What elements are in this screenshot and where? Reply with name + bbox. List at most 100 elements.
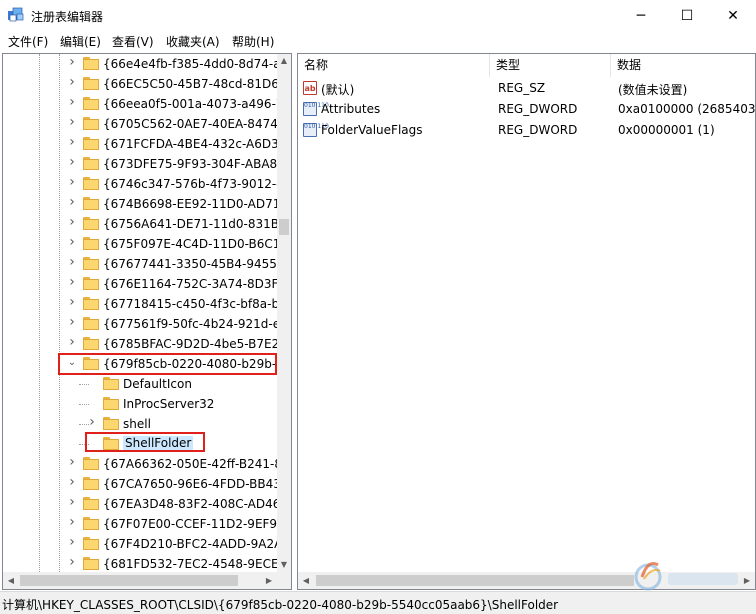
chevron-right-icon[interactable]: ›	[67, 295, 77, 309]
chevron-right-icon[interactable]: ›	[67, 55, 77, 69]
tree-node-label: InProcServer32	[123, 397, 215, 411]
chevron-right-icon[interactable]: ›	[67, 195, 77, 209]
tree-hscroll-thumb[interactable]	[20, 575, 238, 586]
chevron-right-icon[interactable]: ›	[67, 235, 77, 249]
column-header-data[interactable]: 数据	[611, 54, 755, 77]
minimize-button[interactable]: ─	[618, 0, 664, 31]
column-header-name[interactable]: 名称	[298, 54, 490, 77]
tree-node-subkey[interactable]: › shell	[3, 414, 277, 434]
tree-node-clsid-key[interactable]: › {677561f9-50fc-4b24-921d-ea	[3, 314, 277, 334]
scroll-right-icon[interactable]: ▶	[261, 572, 277, 589]
tree-node-label: DefaultIcon	[123, 377, 192, 391]
scrollbar-corner	[277, 572, 291, 589]
value-name: FolderValueFlags	[321, 123, 423, 137]
tree-node-clsid-key[interactable]: › {681FD532-7EC2-4548-9ECE-4	[3, 554, 277, 572]
value-row[interactable]: ab (默认) REG_SZ (数值未设置)	[298, 78, 755, 99]
tree-node-clsid-key[interactable]: › {6756A641-DE71-11d0-831B-	[3, 214, 277, 234]
tree-vscroll-thumb[interactable]	[279, 219, 289, 235]
tree-node-clsid-key[interactable]: › {6746c347-576b-4f73-9012-cc	[3, 174, 277, 194]
folder-icon	[83, 257, 99, 270]
value-type: REG_DWORD	[498, 123, 578, 137]
value-data: 0xa0100000 (268540313	[618, 102, 756, 116]
tree-guide-line	[79, 404, 89, 405]
tree-node-clsid-key[interactable]: › {66e4e4fb-f385-4dd0-8d74-a	[3, 54, 277, 74]
chevron-right-icon[interactable]: ›	[67, 315, 77, 329]
folder-icon	[83, 197, 99, 210]
chevron-right-icon[interactable]: ›	[67, 135, 77, 149]
chevron-right-icon[interactable]: ›	[67, 255, 77, 269]
value-type: REG_SZ	[498, 81, 546, 95]
maximize-button[interactable]: ☐	[664, 0, 710, 31]
chevron-right-icon[interactable]: ›	[67, 215, 77, 229]
chevron-right-icon[interactable]: ›	[67, 175, 77, 189]
tree-node-clsid-key[interactable]: › {67EA3D48-83F2-408C-AD46-	[3, 494, 277, 514]
value-row[interactable]: 010 110 FolderValueFlags REG_DWORD 0x000…	[298, 120, 755, 141]
folder-icon	[83, 557, 99, 570]
tree-vertical-scrollbar[interactable]: ▲ ▼	[277, 54, 291, 572]
close-button[interactable]: ✕	[710, 0, 756, 31]
tree-node-clsid-key[interactable]: › {6785BFAC-9D2D-4be5-B7E2-	[3, 334, 277, 354]
tree-node-clsid-key[interactable]: › {67677441-3350-45B4-9455-4	[3, 254, 277, 274]
tree-node-subkey[interactable]: DefaultIcon	[3, 374, 277, 394]
menu-file[interactable]: 文件(F)	[8, 33, 48, 50]
tree-node-clsid-key[interactable]: › {66EC5C50-45B7-48cd-81D6-	[3, 74, 277, 94]
chevron-right-icon[interactable]: ›	[67, 275, 77, 289]
maximize-icon: ☐	[680, 7, 694, 24]
window-title: 注册表编辑器	[31, 10, 104, 24]
chevron-right-icon[interactable]: ›	[87, 415, 97, 429]
tree-node-clsid-key[interactable]: › {671FCFDA-4BE4-432c-A6D3-	[3, 134, 277, 154]
tree-node-clsid-key[interactable]: › {67F4D210-BFC2-4ADD-9A2A-	[3, 534, 277, 554]
chevron-right-icon[interactable]: ›	[67, 455, 77, 469]
tree-node-label: {66eea0f5-001a-4073-a496-78	[103, 97, 277, 111]
tree-node-clsid-key[interactable]: › {673DFE75-9F93-304F-ABA8-D	[3, 154, 277, 174]
folder-icon	[103, 377, 119, 390]
highlight-box-clsid-key	[58, 353, 277, 375]
column-header-type[interactable]: 类型	[490, 54, 611, 77]
tree-node-clsid-key[interactable]: › {675F097E-4C4D-11D0-B6C1-	[3, 234, 277, 254]
chevron-right-icon[interactable]: ›	[67, 95, 77, 109]
folder-icon	[83, 457, 99, 470]
tree-horizontal-scrollbar[interactable]: ◀ ▶	[3, 572, 277, 589]
menu-view[interactable]: 查看(V)	[112, 33, 154, 50]
menu-help[interactable]: 帮助(H)	[232, 33, 274, 50]
scroll-up-icon[interactable]: ▲	[277, 54, 291, 68]
scroll-left-icon[interactable]: ◀	[298, 572, 314, 589]
tree-node-clsid-key[interactable]: › {66eea0f5-001a-4073-a496-78	[3, 94, 277, 114]
tree-node-clsid-key[interactable]: › {67CA7650-96E6-4FDD-BB43-	[3, 474, 277, 494]
tree-node-clsid-key[interactable]: › {67F07E00-CCEF-11D2-9EF9-0	[3, 514, 277, 534]
tree-node-label: {67CA7650-96E6-4FDD-BB43-	[103, 477, 277, 491]
tree-node-clsid-key[interactable]: › {67718415-c450-4f3c-bf8a-b4	[3, 294, 277, 314]
chevron-right-icon[interactable]: ›	[67, 515, 77, 529]
chevron-right-icon[interactable]: ›	[67, 155, 77, 169]
chevron-right-icon[interactable]: ›	[67, 75, 77, 89]
key-tree-pane[interactable]: › {66e4e4fb-f385-4dd0-8d74-a › {66EC5C50-45…	[2, 53, 292, 590]
folder-icon	[83, 537, 99, 550]
value-list-pane[interactable]: 名称 类型 数据 ab (默认) REG_SZ (数值未设置) 010 110 …	[297, 53, 756, 590]
chevron-right-icon[interactable]: ›	[67, 475, 77, 489]
folder-icon	[83, 217, 99, 230]
value-row[interactable]: 010 110 Attributes REG_DWORD 0xa0100000 …	[298, 99, 755, 120]
tree-node-label: {674B6698-EE92-11D0-AD71-	[103, 197, 277, 211]
chevron-right-icon[interactable]: ›	[67, 555, 77, 569]
tree-node-clsid-key[interactable]: › {6705C562-0AE7-40EA-8474-F	[3, 114, 277, 134]
scroll-down-icon[interactable]: ▼	[277, 558, 291, 572]
tree-node-clsid-key[interactable]: › {674B6698-EE92-11D0-AD71-	[3, 194, 277, 214]
folder-icon	[83, 237, 99, 250]
tree-node-clsid-key[interactable]: › {67A66362-050E-42ff-B241-82	[3, 454, 277, 474]
scroll-left-icon[interactable]: ◀	[3, 572, 19, 589]
tree-node-label: {671FCFDA-4BE4-432c-A6D3-	[103, 137, 277, 151]
tree-node-label: {6785BFAC-9D2D-4be5-B7E2-	[103, 337, 277, 351]
chevron-right-icon[interactable]: ›	[67, 495, 77, 509]
menu-favorites[interactable]: 收藏夹(A)	[166, 33, 220, 50]
folder-icon	[83, 297, 99, 310]
tree-node-label: {675F097E-4C4D-11D0-B6C1-	[103, 237, 277, 251]
binary-value-icon: 010 110	[303, 123, 329, 137]
tree-node-clsid-key[interactable]: › {676E1164-752C-3A74-8D3F-E	[3, 274, 277, 294]
menu-edit[interactable]: 编辑(E)	[60, 33, 101, 50]
chevron-right-icon[interactable]: ›	[67, 115, 77, 129]
chevron-right-icon[interactable]: ›	[67, 535, 77, 549]
highlight-box-shellfolder	[85, 432, 205, 452]
tree-node-subkey[interactable]: InProcServer32	[3, 394, 277, 414]
chevron-right-icon[interactable]: ›	[67, 335, 77, 349]
list-hscroll-thumb[interactable]	[316, 575, 634, 586]
